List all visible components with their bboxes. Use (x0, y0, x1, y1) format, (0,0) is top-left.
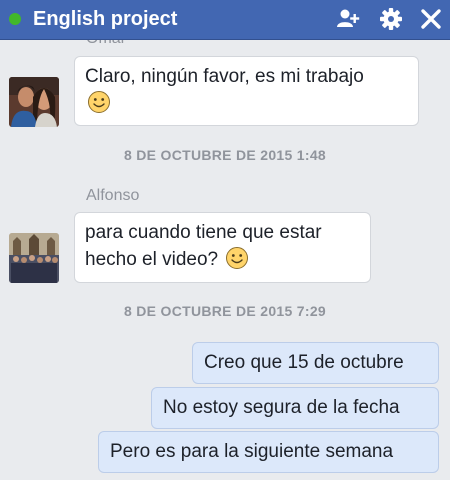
message-bubble-own[interactable]: Creo que 15 de octubre (192, 342, 439, 384)
add-person-icon[interactable] (335, 6, 361, 32)
timestamp: 8 DE OCTUBRE DE 2015 1:48 (123, 147, 327, 163)
smiley-emoji-icon (87, 90, 111, 114)
message-text-line-1: para cuando tiene que estar (85, 222, 322, 243)
message-bubble-own[interactable]: No estoy segura de la fecha (151, 387, 439, 429)
close-icon[interactable] (418, 6, 444, 32)
avatar-alfonso[interactable] (9, 233, 59, 283)
smiley-emoji-icon (225, 246, 249, 270)
avatar-omar[interactable] (9, 77, 59, 127)
gear-icon[interactable] (378, 6, 404, 32)
message-bubble-alfonso[interactable]: para cuando tiene que estar hecho el vid… (74, 212, 371, 283)
message-list[interactable]: Omar Claro, ningún favor, es mi trabajo … (0, 40, 450, 480)
sender-name-omar: Omar (86, 40, 126, 48)
message-text: No estoy segura de la fecha (163, 397, 400, 418)
timestamp: 8 DE OCTUBRE DE 2015 7:29 (123, 303, 327, 319)
online-status-icon (9, 13, 21, 25)
message-bubble-own[interactable]: Pero es para la siguiente semana (98, 431, 439, 473)
message-text-line-2: hecho el video? (85, 249, 219, 270)
message-text: Pero es para la siguiente semana (110, 441, 394, 462)
message-text: Creo que 15 de octubre (204, 352, 404, 373)
message-bubble-omar[interactable]: Claro, ningún favor, es mi trabajo (74, 56, 419, 126)
chat-title[interactable]: English project (33, 7, 177, 31)
sender-name-alfonso: Alfonso (86, 187, 140, 204)
chat-header: English project (0, 0, 450, 40)
message-text: Claro, ningún favor, es mi trabajo (85, 66, 364, 87)
